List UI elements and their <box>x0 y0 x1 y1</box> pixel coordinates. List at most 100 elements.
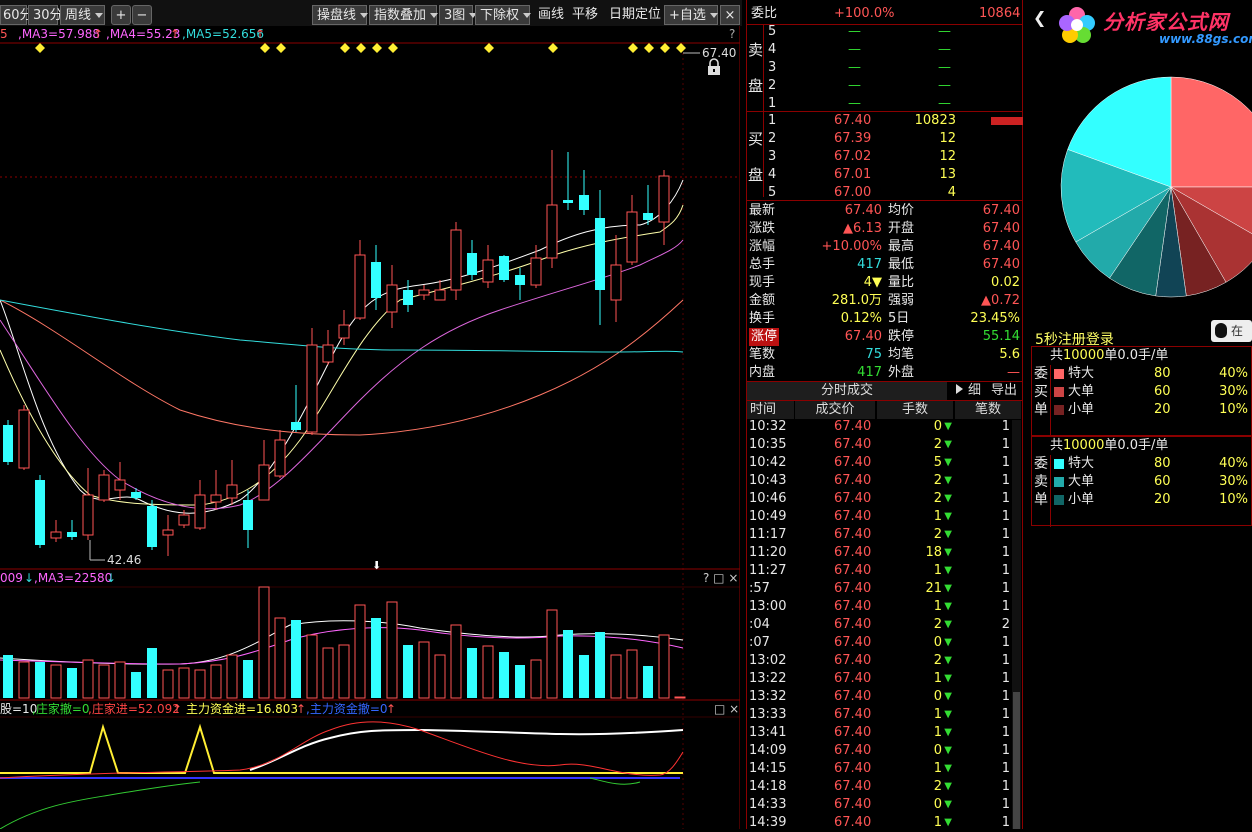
buy-level-volume: 10823 <box>914 113 956 128</box>
tick-count: 1 <box>1001 527 1010 542</box>
kline-chart[interactable]: 5 ,MA3=57.988 ,MA4=55.23 ,MA5=52.656 ↑ ↑… <box>0 26 740 829</box>
candle-body-up <box>306 344 318 433</box>
collapse-panel-button[interactable]: ❮ <box>1033 8 1051 28</box>
quote-panel: 委比 +100.0% 10864 卖 盘 5 — —4 — —3 — —2 — … <box>746 0 1023 830</box>
candle-body-down <box>147 506 157 547</box>
sell-level-num: 4 <box>768 42 777 57</box>
tick-count: 1 <box>1001 671 1010 686</box>
candle-body-up <box>338 324 350 339</box>
ticks-scrollbar[interactable] <box>1012 420 1021 829</box>
down-arrow-icon: ↓ <box>106 571 116 585</box>
buy-level-price: 67.40 <box>834 113 872 128</box>
volume-bar-down <box>499 652 509 698</box>
zoom-in-button[interactable]: + <box>111 5 131 25</box>
tick-time: :04 <box>749 617 770 632</box>
volume-bar-down <box>243 660 253 698</box>
watchlist-button[interactable]: +自选 <box>664 5 718 25</box>
indicator-line-white <box>249 728 684 771</box>
volume-pane-controls[interactable]: ? □ × <box>703 571 738 585</box>
period-60min-button[interactable]: 60分 <box>0 5 33 25</box>
candle-body-up <box>434 289 446 301</box>
indicator-legend-2: ,庄家撤=0 <box>32 701 90 716</box>
candle-body-down <box>291 422 301 430</box>
qq-button[interactable]: 在 <box>1211 320 1252 342</box>
tick-time: 10:43 <box>749 473 787 488</box>
ticks-header-price: 成交价 <box>795 401 875 419</box>
tick-price: 67.40 <box>834 491 872 506</box>
tick-volume: 21 <box>925 581 942 596</box>
volume-bar-up <box>450 624 462 699</box>
buy-level-volume: 12 <box>939 149 956 164</box>
tick-count: 1 <box>1001 545 1010 560</box>
candle-body-up <box>274 439 286 477</box>
tick-price: 67.40 <box>834 509 872 524</box>
tick-count: 1 <box>1001 743 1010 758</box>
pan-button[interactable]: 平移 <box>572 5 598 25</box>
volume-bar-up <box>610 654 622 699</box>
tick-count: 1 <box>1001 599 1010 614</box>
stat-value: 4▼ <box>863 275 882 290</box>
legend-swatch <box>1054 477 1064 487</box>
period-30min-button[interactable]: 30分 <box>28 5 63 25</box>
main-legend-prefix: 5 <box>0 27 8 41</box>
stat-value: 417 <box>857 257 882 272</box>
tick-count: 1 <box>1001 653 1010 668</box>
volume-bar-up <box>18 661 30 699</box>
volume-bar-down <box>35 662 45 698</box>
candle-body-up <box>18 409 30 469</box>
index-overlay-button[interactable]: 指数叠加 <box>369 5 439 25</box>
ex-rights-button[interactable]: 下除权 <box>475 5 532 25</box>
order-size-label: 小单 <box>1068 492 1095 507</box>
indicator-legend-5: ,主力资金撤=0 <box>306 701 388 716</box>
down-triangle-icon: ▼ <box>944 781 952 792</box>
chevron-down-icon <box>709 13 718 18</box>
candle-body-down <box>243 500 253 530</box>
period-select[interactable]: 周线 <box>60 5 105 25</box>
three-chart-button[interactable]: 3图 <box>439 5 478 25</box>
indicator-pane-controls[interactable]: □ × <box>714 702 739 716</box>
main-help-icon[interactable]: ? <box>729 27 735 41</box>
sell-level-num: 2 <box>768 78 777 93</box>
tick-count: 1 <box>1001 491 1010 506</box>
tick-count: 1 <box>1001 815 1010 830</box>
volume-bar-up <box>626 649 638 699</box>
stat-value: 417 <box>857 365 882 380</box>
order-size-label: 特大 <box>1068 366 1095 381</box>
candle-body-down <box>35 480 45 545</box>
candle-body-down <box>563 200 573 203</box>
zoom-out-button[interactable]: − <box>132 5 152 25</box>
ticks-scrollbar-thumb[interactable] <box>1013 692 1020 829</box>
up-arrow-icon: ↑ <box>296 702 306 716</box>
tick-count: 1 <box>1001 581 1010 596</box>
tick-volume: 0 <box>933 689 942 704</box>
stat-label: 强弱 <box>888 293 915 308</box>
order-size-pct: 10% <box>1219 492 1248 507</box>
ticks-detail-button[interactable]: 细 <box>956 382 981 400</box>
sell-level-price: — <box>848 78 861 93</box>
tick-time: 13:02 <box>749 653 787 668</box>
tick-count: 1 <box>1001 761 1010 776</box>
candle-body-up <box>610 264 622 301</box>
down-triangle-icon: ▼ <box>944 655 952 666</box>
weibi-diff: 10864 <box>979 6 1021 21</box>
order-size-value: 60 <box>1154 384 1171 399</box>
draw-line-button[interactable]: 画线 <box>538 5 564 25</box>
volume-bar-down <box>595 632 605 698</box>
ticks-export-button[interactable]: 导出 <box>991 382 1017 400</box>
stat-value: — <box>1007 365 1020 380</box>
down-triangle-icon: ▼ <box>944 799 952 810</box>
buy-label-1: 买 <box>748 130 764 148</box>
candle-body-down <box>595 218 605 290</box>
stat-value: 0.02 <box>991 275 1020 290</box>
tick-volume: 1 <box>933 671 942 686</box>
close-panel-button[interactable]: × <box>720 5 740 25</box>
operate-line-button[interactable]: 操盘线 <box>312 5 369 25</box>
ticks-header-time: 时间 <box>747 401 794 419</box>
order-size-value: 80 <box>1154 366 1171 381</box>
order-size-value: 60 <box>1154 474 1171 489</box>
order-size-label: 大单 <box>1068 474 1095 489</box>
sell-box-title: 共10000单0.0手/单 <box>1050 438 1169 453</box>
candle-body-up <box>626 211 638 263</box>
date-locate-button[interactable]: 日期定位 <box>609 5 661 25</box>
chevron-down-icon <box>523 13 532 18</box>
